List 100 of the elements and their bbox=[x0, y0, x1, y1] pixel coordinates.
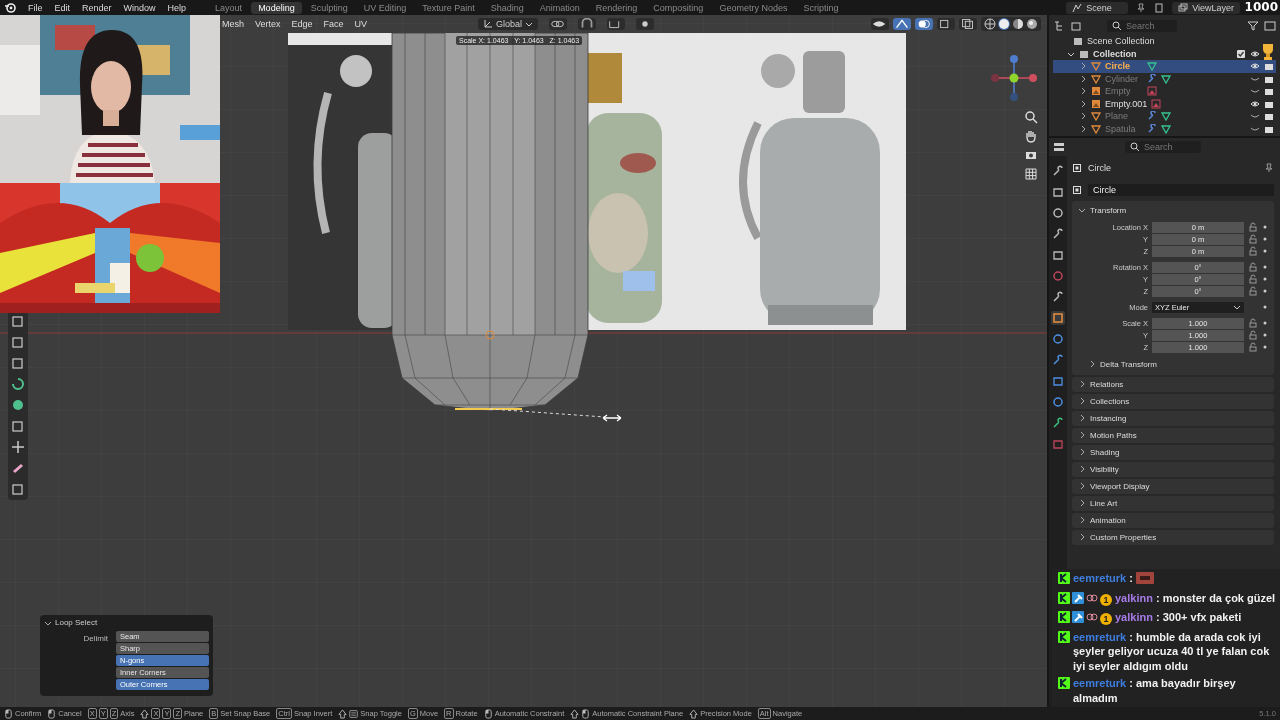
menu-item[interactable]: Window bbox=[123, 2, 156, 13]
grid-icon[interactable] bbox=[1024, 167, 1038, 181]
wireframe-shading-icon[interactable] bbox=[984, 18, 996, 30]
name-field[interactable]: Circle bbox=[1088, 183, 1274, 196]
workspace-tab[interactable]: Modeling bbox=[251, 1, 302, 14]
keyframe-dot-icon[interactable] bbox=[1262, 264, 1268, 270]
hand-icon[interactable] bbox=[1024, 129, 1038, 143]
lock-icon[interactable] bbox=[1248, 222, 1258, 232]
panel-header[interactable]: Transform bbox=[1078, 203, 1268, 217]
document-icon[interactable] bbox=[1154, 2, 1165, 13]
eye-icon[interactable] bbox=[1250, 98, 1260, 109]
keyframe-dot-icon[interactable] bbox=[1262, 224, 1268, 230]
keyframe-dot-icon[interactable] bbox=[1262, 344, 1268, 350]
subpanel-header[interactable]: Delta Transform bbox=[1078, 356, 1268, 372]
camera-icon[interactable] bbox=[1264, 111, 1274, 122]
menu-item[interactable]: Edge bbox=[291, 19, 313, 29]
workspace-tab[interactable]: Scripting bbox=[796, 1, 846, 14]
mesh-data-icon[interactable] bbox=[1161, 123, 1171, 134]
move-icon[interactable] bbox=[11, 440, 25, 454]
eye-icon[interactable] bbox=[871, 18, 889, 30]
menu-item[interactable]: Render bbox=[82, 2, 112, 13]
workspace-tab[interactable]: Compositing bbox=[646, 1, 711, 14]
gizmo-icon[interactable] bbox=[893, 18, 911, 30]
snap-target-icon[interactable] bbox=[607, 18, 626, 30]
cube-icon[interactable] bbox=[11, 335, 25, 349]
panel-header[interactable]: Relations bbox=[1072, 376, 1274, 392]
blender-logo-icon[interactable] bbox=[4, 1, 16, 14]
lock-icon[interactable] bbox=[1248, 246, 1258, 256]
menu-item[interactable]: File bbox=[28, 2, 43, 13]
panel-header[interactable]: Line Art bbox=[1072, 495, 1274, 511]
menu-item[interactable]: Mesh bbox=[222, 19, 244, 29]
link-icon[interactable] bbox=[549, 18, 568, 30]
panel-header[interactable]: Loop Select bbox=[44, 618, 209, 627]
lock-icon[interactable] bbox=[1248, 262, 1258, 272]
menu-item[interactable]: UV bbox=[354, 19, 368, 29]
globe-icon[interactable] bbox=[1051, 269, 1065, 283]
keyframe-dot-icon[interactable] bbox=[1262, 276, 1268, 282]
workspace-tab[interactable]: Shading bbox=[483, 1, 531, 14]
xray-icon[interactable] bbox=[959, 18, 977, 30]
editor-type-icon[interactable] bbox=[1053, 141, 1065, 153]
panel-header[interactable]: Shading bbox=[1072, 444, 1274, 460]
ring-icon[interactable] bbox=[1051, 395, 1065, 409]
workspace-tab[interactable]: Geometry Nodes bbox=[712, 1, 795, 14]
object-icon[interactable] bbox=[1072, 184, 1082, 195]
proportional-edit-icon[interactable] bbox=[636, 18, 655, 30]
tree-item[interactable]: Collection bbox=[1093, 48, 1137, 59]
render-shading-icon[interactable] bbox=[1026, 18, 1038, 30]
workspace-tab[interactable]: UV Editing bbox=[356, 1, 414, 14]
keyframe-dot-icon[interactable] bbox=[1262, 320, 1268, 326]
mesh-data-icon[interactable] bbox=[1161, 73, 1171, 84]
caret-icon[interactable] bbox=[1078, 206, 1086, 214]
filter-mode-icon[interactable] bbox=[1070, 20, 1082, 32]
image-data-icon[interactable] bbox=[1151, 98, 1162, 109]
material-shading-icon[interactable] bbox=[1012, 18, 1024, 30]
mesh-data-icon[interactable] bbox=[1161, 111, 1171, 122]
lock-icon[interactable] bbox=[1248, 318, 1258, 328]
cube-icon[interactable] bbox=[11, 314, 25, 328]
outliner-row[interactable]: Empty.001 bbox=[1053, 97, 1276, 110]
new-collection-icon[interactable] bbox=[1264, 20, 1276, 32]
image-data-icon[interactable] bbox=[1147, 86, 1157, 97]
pin-icon[interactable] bbox=[1136, 2, 1147, 13]
solid-shading-icon[interactable] bbox=[998, 18, 1010, 30]
orientation-dropdown[interactable]: Global bbox=[478, 18, 539, 30]
workspace-tab[interactable]: Rendering bbox=[588, 1, 645, 14]
lock-icon[interactable] bbox=[1248, 274, 1258, 284]
menu-item[interactable]: Edit bbox=[54, 2, 71, 13]
panel-header[interactable]: Viewport Display bbox=[1072, 478, 1274, 494]
keyframe-dot-icon[interactable] bbox=[1262, 236, 1268, 242]
spiral-icon[interactable] bbox=[11, 377, 25, 391]
cube-icon[interactable] bbox=[11, 419, 25, 433]
workspace-tab[interactable]: Sculpting bbox=[303, 1, 355, 14]
tree-item[interactable]: Scene Collection bbox=[1087, 36, 1155, 47]
eye-icon[interactable] bbox=[1250, 48, 1260, 59]
square-icon[interactable] bbox=[1051, 311, 1065, 325]
mesh-data-icon[interactable] bbox=[1147, 61, 1157, 72]
workspace-tab[interactable]: Layout bbox=[208, 1, 250, 14]
lock-icon[interactable] bbox=[1248, 286, 1258, 296]
cube-icon[interactable] bbox=[11, 482, 25, 496]
keyframe-dot-icon[interactable] bbox=[1262, 304, 1268, 310]
panel-header[interactable]: Animation bbox=[1072, 512, 1274, 528]
menu-item[interactable]: Face bbox=[323, 19, 344, 29]
lock-icon[interactable] bbox=[1248, 330, 1258, 340]
keyframe-dot-icon[interactable] bbox=[1262, 332, 1268, 338]
panel-header[interactable]: Motion Paths bbox=[1072, 427, 1274, 443]
lock-icon[interactable] bbox=[1248, 234, 1258, 244]
filter-icon[interactable] bbox=[1247, 20, 1259, 32]
outliner-row[interactable]: Spatula bbox=[1053, 122, 1276, 135]
mesh-overlay-icon[interactable] bbox=[937, 18, 955, 30]
outliner-row[interactable]: Plane bbox=[1053, 110, 1276, 123]
keyframe-dot-icon[interactable] bbox=[1262, 288, 1268, 294]
camera-icon[interactable] bbox=[1264, 86, 1274, 97]
keyframe-dot-icon[interactable] bbox=[1262, 248, 1268, 254]
panel-header[interactable]: Instancing bbox=[1072, 410, 1274, 426]
pin-icon[interactable] bbox=[1264, 163, 1274, 173]
search-field[interactable]: Search bbox=[1125, 141, 1201, 153]
lock-icon[interactable] bbox=[1248, 342, 1258, 352]
panel-header[interactable]: Collections bbox=[1072, 393, 1274, 409]
workspace-tab[interactable]: Animation bbox=[532, 1, 587, 14]
view-layer-selector[interactable]: ViewLayer bbox=[1172, 1, 1240, 14]
outliner-row[interactable]: Cylinder bbox=[1053, 72, 1276, 85]
